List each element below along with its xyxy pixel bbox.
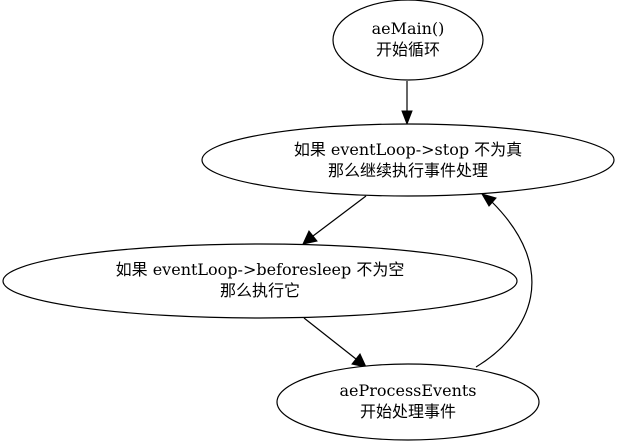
edge-beforesleep-to-process-events [303, 317, 367, 368]
node-process-events-line1: aeProcessEvents [339, 381, 476, 400]
node-process-events-line2: 开始处理事件 [360, 402, 456, 421]
flow-diagram: aeMain() 开始循环 如果 eventLoop->stop 不为真 那么继… [2, 0, 615, 441]
node-beforesleep: 如果 eventLoop->beforesleep 不为空 那么执行它 [2, 243, 518, 319]
node-aemain-line1: aeMain() [372, 19, 445, 38]
node-stop-check-line2: 那么继续执行事件处理 [328, 161, 488, 180]
node-stop-check-line1: 如果 eventLoop->stop 不为真 [294, 140, 522, 159]
node-process-events: aeProcessEvents 开始处理事件 [276, 363, 540, 441]
edge-aemain-to-stop-check [401, 81, 413, 126]
node-stop-check: 如果 eventLoop->stop 不为真 那么继续执行事件处理 [201, 123, 615, 197]
edge-stop-check-to-beforesleep [302, 195, 367, 245]
node-aemain: aeMain() 开始循环 [332, 0, 484, 81]
node-beforesleep-line2: 那么执行它 [220, 281, 300, 300]
node-beforesleep-line1: 如果 eventLoop->beforesleep 不为空 [116, 260, 405, 279]
node-aemain-line2: 开始循环 [376, 40, 440, 59]
